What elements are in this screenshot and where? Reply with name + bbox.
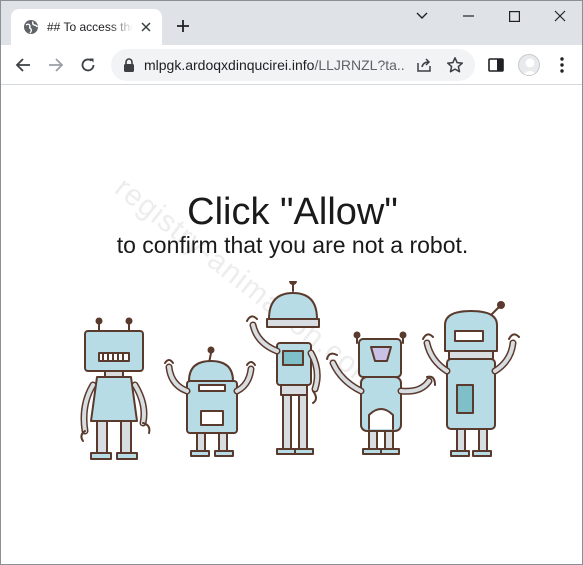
reload-icon: [81, 58, 95, 72]
arrow-right-icon: [49, 58, 64, 72]
address-bar[interactable]: mlpgk.ardoqxdinqucirei.info/LLJRNZL?ta..…: [111, 49, 475, 81]
share-icon[interactable]: [415, 56, 433, 74]
more-vertical-icon: [560, 57, 564, 73]
side-panel-icon: [488, 58, 504, 72]
url-host: mlpgk.ardoqxdinqucirei.info: [144, 57, 315, 73]
tab-active[interactable]: ## To access the: [11, 9, 162, 45]
page-headline: Click "Allow": [187, 191, 398, 233]
page-subline: to confirm that you are not a robot.: [116, 232, 469, 258]
bookmark-star-icon[interactable]: [446, 56, 464, 74]
close-icon[interactable]: [138, 19, 154, 35]
arrow-left-icon: [15, 58, 30, 72]
robots-illustration: [80, 281, 520, 460]
side-panel-button[interactable]: [486, 55, 506, 75]
url-text: mlpgk.ardoqxdinqucirei.info/LLJRNZL?ta..…: [144, 57, 406, 73]
page-viewport: registry-animation.com Click "Allow" to …: [1, 86, 582, 564]
url-path: /LLJRNZL?ta...: [314, 57, 406, 73]
tab-strip: ## To access the: [1, 1, 582, 45]
robot-3: [246, 281, 321, 455]
new-tab-button[interactable]: [173, 16, 193, 36]
browser-toolbar: mlpgk.ardoqxdinqucirei.info/LLJRNZL?ta..…: [1, 45, 582, 85]
tab-title: ## To access the: [47, 20, 133, 34]
plus-icon: [177, 20, 189, 32]
forward-button[interactable]: [46, 55, 66, 75]
robot-5: [422, 301, 520, 457]
person-icon: [522, 58, 538, 75]
maximize-button[interactable]: [503, 5, 525, 27]
menu-button[interactable]: [552, 55, 572, 75]
chevron-down-icon[interactable]: [411, 5, 433, 27]
close-window-button[interactable]: [549, 5, 571, 27]
profile-avatar[interactable]: [518, 54, 540, 76]
browser-window: ## To access the mlpgk.ardoqxdinqucirei.…: [0, 0, 583, 565]
globe-icon: [23, 19, 39, 35]
back-button[interactable]: [13, 55, 33, 75]
robot-2: [164, 346, 256, 457]
robot-4: [326, 331, 436, 455]
lock-icon[interactable]: [122, 57, 136, 73]
reload-button[interactable]: [78, 55, 98, 75]
robot-1: [80, 317, 151, 460]
minimize-button[interactable]: [457, 5, 479, 27]
